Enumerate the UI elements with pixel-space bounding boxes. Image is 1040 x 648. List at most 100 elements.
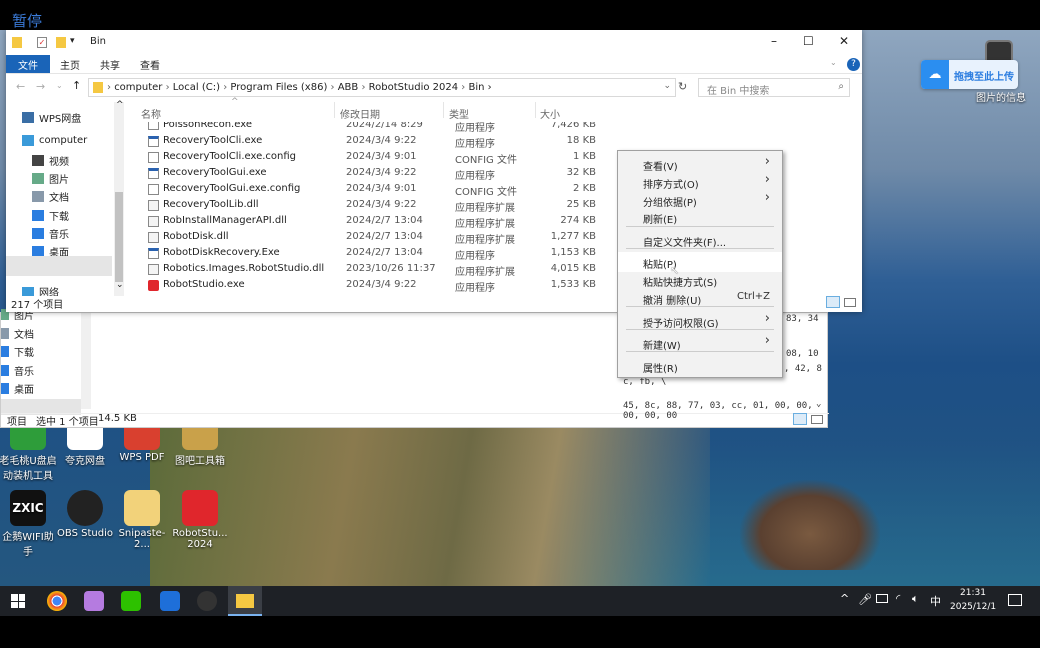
file-row[interactable]: RecoveryToolCli.exe.config 2024/3/4 9:01 C…	[142, 149, 602, 166]
clock-time[interactable]: 21:31	[960, 588, 986, 598]
refresh-icon[interactable]: ↻	[678, 80, 687, 93]
column-name[interactable]: 名称	[141, 106, 161, 121]
breadcrumb-separator-icon[interactable]: ›	[358, 82, 368, 93]
address-bar[interactable]: › computer › Local (C:) › Program Files …	[88, 78, 676, 97]
nav-item[interactable]: 桌面	[1, 381, 34, 396]
chrome-icon[interactable]	[47, 591, 67, 611]
blue-cube-app-icon[interactable]	[160, 591, 180, 611]
preview-view-icon[interactable]	[811, 415, 823, 424]
nav-item[interactable]: 文档	[32, 189, 69, 204]
breadcrumb-separator-icon[interactable]: ›	[458, 82, 468, 93]
up-icon[interactable]: ↑	[72, 79, 81, 92]
start-button[interactable]	[11, 594, 25, 608]
new-folder-icon[interactable]	[56, 37, 66, 48]
microphone-icon[interactable]: 🎤︎	[858, 593, 872, 606]
menu-item[interactable]: 粘贴快捷方式(S)	[618, 270, 782, 290]
file-row[interactable]: RobotStudio.exe 2024/3/4 9:22 应用程序 1,533 KB	[142, 277, 602, 294]
nav-item[interactable]: 音乐	[32, 226, 69, 241]
scroll-up-icon[interactable]: ^	[116, 100, 124, 110]
context-menu[interactable]: 查看(V) › 排序方式(O) › 分组依据(P) › 刷新(E) 自定义文件夹(F)... 粘…	[617, 150, 783, 378]
nav-item[interactable]: 下载	[32, 208, 69, 223]
nav-item[interactable]: 文档	[1, 326, 34, 341]
wifi-icon[interactable]: ◜	[896, 592, 900, 605]
file-explorer-taskbar-button[interactable]	[228, 586, 262, 616]
breadcrumb-item[interactable]: Local (C:)	[173, 82, 220, 93]
ime-indicator[interactable]: 中	[930, 593, 941, 609]
desktop-icon[interactable]: WPS PDF	[112, 428, 172, 463]
menu-item[interactable]: 粘贴(P)	[618, 252, 782, 272]
menu-item[interactable]: 新建(W) ›	[618, 333, 782, 353]
preview-view-icon[interactable]	[844, 298, 856, 307]
quick-access-dropdown-icon[interactable]: ▾	[70, 36, 75, 46]
address-dropdown-icon[interactable]: ⌄	[663, 81, 671, 91]
maximize-button[interactable]: ☐	[803, 34, 814, 48]
file-row[interactable]: RecoveryToolGui.exe.config 2024/3/4 9:01 C…	[142, 181, 602, 198]
file-row[interactable]: RobInstallManagerAPI.dll 2024/2/7 13:04 应用…	[142, 213, 602, 230]
recent-dropdown-icon[interactable]: ⌄	[56, 81, 63, 90]
breadcrumb-separator-icon[interactable]: ›	[162, 82, 172, 93]
nav-item[interactable]: WPS网盘	[22, 110, 81, 125]
obs-icon[interactable]	[197, 591, 217, 611]
details-view-icon[interactable]	[793, 413, 807, 425]
breadcrumb-item[interactable]: Program Files (x86)	[230, 82, 327, 93]
forward-icon[interactable]: →	[36, 80, 45, 93]
column-date[interactable]: 修改日期	[340, 106, 380, 121]
tray-expand-icon[interactable]: ^	[840, 592, 849, 605]
breadcrumb-separator-icon[interactable]: ›	[484, 82, 492, 93]
desktop-icon[interactable]: 图吧工具箱	[170, 428, 230, 467]
menu-item[interactable]: 授予访问权限(G) ›	[618, 311, 782, 331]
nav-item[interactable]: 网络	[22, 287, 59, 296]
file-row[interactable]: RobotDiskRecovery.Exe 2024/2/7 13:04 应用程序 1…	[142, 245, 602, 262]
desktop-icon[interactable]: OBS Studio	[55, 490, 115, 539]
nav-item[interactable]: 图片	[32, 171, 69, 186]
file-row[interactable]: Robotics.Images.RobotStudio.dll 2023/10/2…	[142, 261, 602, 278]
scroll-down-icon[interactable]: ⌄	[816, 399, 821, 409]
menu-item[interactable]: 查看(V) ›	[618, 154, 782, 174]
properties-icon[interactable]: ✓	[37, 37, 47, 48]
file-row[interactable]: RecoveryToolLib.dll 2024/3/4 9:22 应用程序扩展 25…	[142, 197, 602, 214]
menu-item[interactable]: 撤消 删除(U) Ctrl+Z	[618, 288, 782, 308]
tab-home[interactable]: 主页	[60, 57, 80, 72]
file-row[interactable]: RecoveryToolCli.exe 2024/3/4 9:22 应用程序 18 K…	[142, 133, 602, 150]
nav-scrollbar[interactable]	[114, 102, 124, 296]
clock-date[interactable]: 2025/12/1	[950, 602, 996, 612]
column-size[interactable]: 大小	[540, 106, 560, 121]
details-view-icon[interactable]	[826, 296, 840, 308]
column-type[interactable]: 类型	[449, 106, 469, 121]
breadcrumb-item[interactable]: computer	[114, 82, 162, 93]
nav-item[interactable]: computer	[22, 135, 87, 146]
desktop-icon[interactable]: RobotStu... 2024	[170, 490, 230, 550]
help-icon[interactable]: ?	[847, 58, 860, 71]
cat-app-icon[interactable]	[84, 591, 104, 611]
nav-item[interactable]: 视频	[32, 153, 69, 168]
breadcrumb-item[interactable]: ABB	[338, 82, 359, 93]
desktop-icon[interactable]: 夸克网盘	[55, 428, 115, 467]
breadcrumb-item[interactable]: RobotStudio 2024	[369, 82, 458, 93]
menu-item[interactable]: 自定义文件夹(F)...	[618, 230, 782, 250]
scrollbar[interactable]	[81, 313, 91, 409]
file-row[interactable]: RecoveryToolGui.exe 2024/3/4 9:22 应用程序 32 K…	[142, 165, 602, 182]
volume-icon[interactable]: 🔈︎	[912, 592, 919, 606]
upload-widget[interactable]: ☁ 拖拽至此上传	[921, 60, 1018, 89]
scroll-down-icon[interactable]: ⌄	[116, 280, 124, 290]
breadcrumb-separator-icon[interactable]: ›	[327, 82, 337, 93]
breadcrumb-separator-icon[interactable]: ›	[220, 82, 230, 93]
tab-file[interactable]: 文件	[18, 57, 38, 72]
nav-item[interactable]: 下载	[1, 344, 34, 359]
tab-view[interactable]: 查看	[140, 57, 160, 72]
wechat-icon[interactable]	[121, 591, 141, 611]
desktop-icon[interactable]: ZXIC 企鹅WIFI助手	[0, 490, 58, 558]
notification-icon[interactable]	[1008, 594, 1022, 606]
ribbon-expand-icon[interactable]: ⌄	[830, 58, 837, 67]
nav-item[interactable]: 音乐	[1, 363, 34, 378]
menu-item[interactable]: 属性(R)	[618, 356, 782, 376]
breadcrumb-item[interactable]: Bin	[468, 82, 484, 93]
desktop-icon[interactable]: Snipaste-2...	[112, 490, 172, 550]
back-icon[interactable]: ←	[16, 80, 25, 93]
file-row[interactable]: PoissonRecon.exe 2024/2/14 8:29 应用程序 7,426 …	[142, 122, 602, 132]
minimize-button[interactable]: –	[771, 34, 777, 48]
close-button[interactable]: ✕	[839, 34, 849, 48]
menu-item[interactable]: 刷新(E)	[618, 207, 782, 227]
menu-item[interactable]: 排序方式(O) ›	[618, 172, 782, 192]
battery-icon[interactable]	[876, 594, 888, 603]
